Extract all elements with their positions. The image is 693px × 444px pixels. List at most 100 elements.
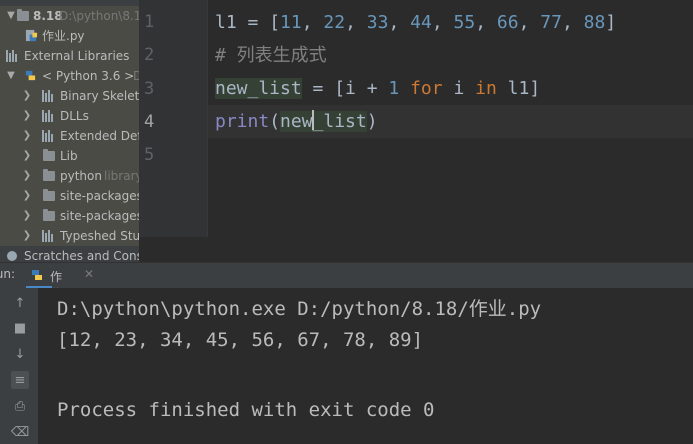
line-number: 5 <box>144 145 155 165</box>
number-literal: 77 <box>540 12 562 33</box>
scratches-icon <box>7 251 17 261</box>
tree-item-label: python <box>60 169 102 183</box>
folder-icon <box>43 149 55 161</box>
operator: = [ <box>236 12 281 33</box>
line-number: 2 <box>144 45 155 65</box>
chevron-right-icon[interactable]: ❯ <box>22 226 32 246</box>
run-tool-window-header: Run: 作业 ✕ <box>0 262 693 301</box>
python-icon <box>32 270 42 280</box>
tree-item-dlls[interactable]: ❯ DLLs <box>0 106 139 126</box>
tree-item-project-root[interactable]: ▼ 8.18 D:\python\8.18 <box>0 6 139 26</box>
editor-bottom-strip <box>139 237 693 262</box>
tree-item-label: Typeshed Stubs <box>60 229 139 243</box>
arrow-up-icon[interactable]: ↑ <box>11 294 29 312</box>
chevron-right-icon[interactable]: ❯ <box>22 86 32 106</box>
arrow-down-icon[interactable]: ↓ <box>11 345 29 363</box>
tree-item-external-libraries[interactable]: External Libraries <box>0 46 139 66</box>
chevron-right-icon[interactable]: ❯ <box>22 166 32 186</box>
code-line-4: print(new_list) <box>215 105 378 138</box>
identifier-part: new <box>280 111 313 132</box>
tree-item-python-sdk[interactable]: ▼ < Python 3.6 > D <box>0 66 139 86</box>
folder-icon <box>17 9 29 21</box>
python-file-icon <box>25 29 38 42</box>
chevron-down-icon[interactable]: ▼ <box>6 66 16 86</box>
tree-item-site-packages[interactable]: ❯ site-packages <box>0 206 139 226</box>
number-literal: 33 <box>366 12 389 33</box>
python-icon <box>25 70 36 81</box>
chevron-right-icon[interactable]: ❯ <box>22 106 32 126</box>
line-number: 1 <box>144 12 155 32</box>
chevron-right-icon[interactable]: ❯ <box>22 206 32 226</box>
tree-item-site-packages[interactable]: ❯ site-packages <box>0 186 139 206</box>
library-icon <box>42 110 54 122</box>
tree-item-label: Binary Skeletons <box>60 89 139 103</box>
tree-item-path: D:\python\8.18 <box>59 9 139 23</box>
folder-icon <box>43 209 55 221</box>
run-console-output[interactable]: D:\python\python.exe D:/python/8.18/作业.p… <box>38 288 693 444</box>
trash-icon[interactable]: ⌫ <box>11 423 29 441</box>
identifier: new_list <box>280 110 367 132</box>
line-number-current: 4 <box>144 112 155 132</box>
folder-icon <box>43 189 55 201</box>
tree-item-label: Scratches and Consoles <box>24 249 139 262</box>
tree-item-label: < Python 3.6 > <box>42 69 135 83</box>
code-editor[interactable]: l1 = [11, 22, 33, 44, 55, 66, 77, 88] # … <box>208 0 693 237</box>
number-literal: 22 <box>323 12 346 33</box>
identifier: i <box>442 78 476 99</box>
tree-item-label: External Libraries <box>24 49 130 63</box>
chevron-down-icon[interactable]: ▼ <box>6 6 16 26</box>
project-tree: ▼ 8.18 D:\python\8.18 作业.py External Lib… <box>0 0 139 262</box>
tree-item-extended-definitions[interactable]: ❯ Extended Definitions <box>0 126 139 146</box>
tree-item-typeshed-stubs[interactable]: ❯ Typeshed Stubs <box>0 226 139 246</box>
bracket: ] <box>605 12 617 33</box>
print-icon[interactable]: ⎙ <box>11 397 29 415</box>
number-literal: 55 <box>453 12 476 33</box>
tree-item-binary-skeletons[interactable]: ❯ Binary Skeletons <box>0 86 139 106</box>
number-literal: 66 <box>496 12 519 33</box>
console-line: D:\python\python.exe D:/python/8.18/作业.p… <box>57 298 542 320</box>
tree-item-lib[interactable]: ❯ Lib <box>0 146 139 166</box>
code-line-2: # 列表生成式 <box>215 45 327 66</box>
builtin-function: print <box>215 111 270 132</box>
run-toolbar: ↑ ■ ↓ ≡ ⎙ ⌫ <box>0 288 38 444</box>
line-number: 3 <box>144 79 155 99</box>
console-line: Process finished with exit code 0 <box>57 399 435 421</box>
chevron-right-icon[interactable]: ❯ <box>22 146 32 166</box>
tree-item-label: site-packages <box>60 209 139 223</box>
identifier: new_list <box>215 78 302 99</box>
tree-item-file[interactable]: 作业.py <box>0 26 139 46</box>
tree-item-label: Extended Definitions <box>60 129 139 143</box>
tree-item-label: site-packages <box>60 189 139 203</box>
keyword-in: in <box>475 78 497 99</box>
bracket: ) <box>366 111 378 132</box>
library-icon <box>42 230 54 242</box>
number-literal: 88 <box>583 12 606 33</box>
identifier: l1 <box>215 12 237 33</box>
code-line-1: l1 = [11, 22, 33, 44, 55, 66, 77, 88] <box>215 12 617 33</box>
close-icon[interactable]: ✕ <box>84 267 94 281</box>
folder-icon <box>43 169 55 181</box>
tree-item-label: 作业.py <box>42 29 85 43</box>
number-literal: 11 <box>280 12 302 33</box>
keyword-for: for <box>410 78 443 99</box>
number-literal: 1 <box>388 78 400 99</box>
stop-icon[interactable]: ■ <box>11 319 29 337</box>
code-line-3: new_list = [i + 1 for i in l1] <box>215 72 540 105</box>
run-tab[interactable]: 作业 ✕ <box>26 263 94 301</box>
identifier-part: _list <box>312 111 367 132</box>
tree-item-scratches[interactable]: Scratches and Consoles <box>0 246 139 262</box>
identifier: l1] <box>496 78 541 99</box>
library-icon <box>6 50 18 62</box>
chevron-right-icon[interactable]: ❯ <box>22 186 32 206</box>
library-icon <box>42 90 54 102</box>
library-icon <box>42 130 54 142</box>
tree-item-label: DLLs <box>60 109 89 123</box>
operator: = [i + <box>301 78 389 99</box>
chevron-right-icon[interactable]: ❯ <box>22 126 32 146</box>
tree-item-label: Lib <box>60 149 78 163</box>
bracket: ( <box>269 111 281 132</box>
soft-wrap-icon[interactable]: ≡ <box>11 371 29 389</box>
run-title: Run: <box>0 267 16 281</box>
tree-item-python-library-root[interactable]: ❯ python library root <box>0 166 139 186</box>
console-line: [12, 23, 34, 45, 56, 67, 78, 89] <box>57 329 424 351</box>
